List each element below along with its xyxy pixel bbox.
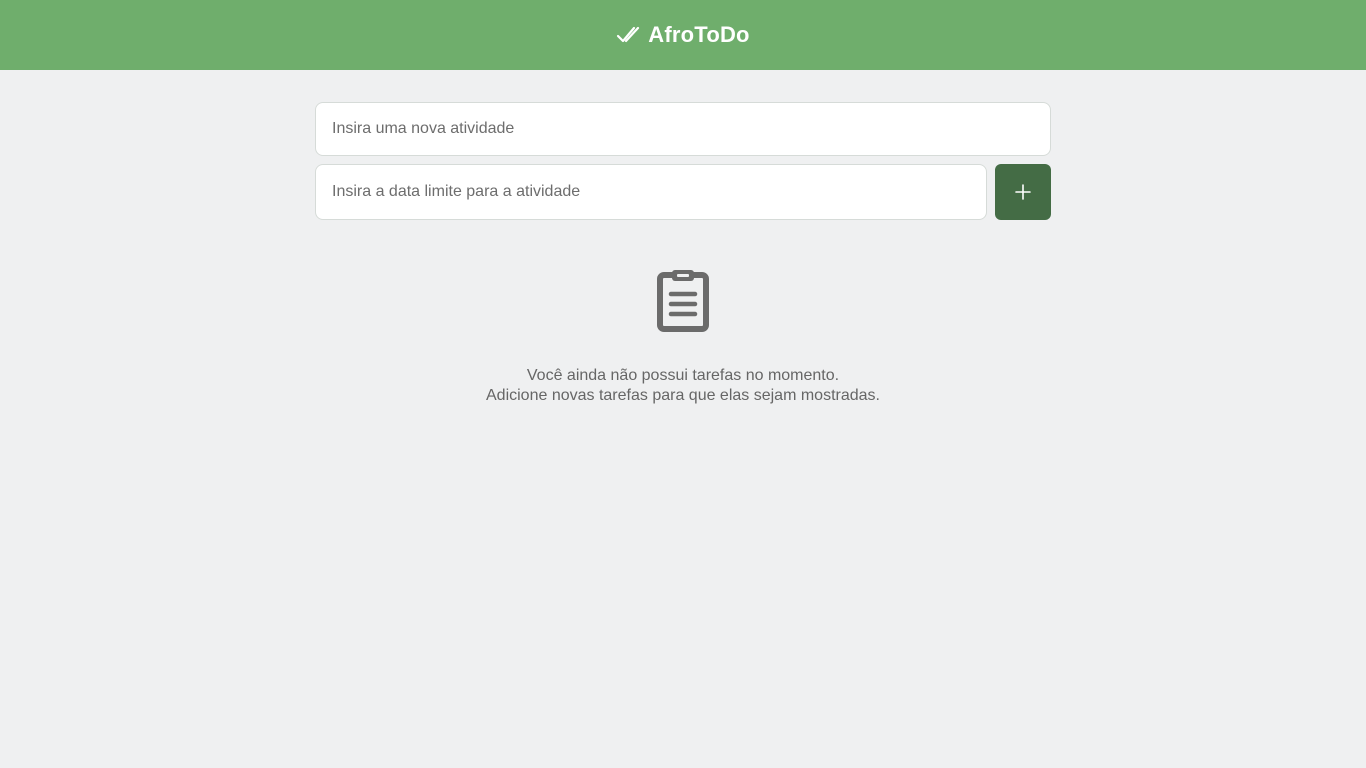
empty-message-line1: Você ainda não possui tarefas no momento… bbox=[526, 367, 840, 384]
empty-message: Você ainda não possui tarefas no momento… bbox=[486, 366, 880, 406]
task-input[interactable] bbox=[315, 102, 1051, 156]
new-task-form bbox=[315, 102, 1051, 220]
clipboard-icon bbox=[656, 268, 710, 332]
brand: AfroToDo bbox=[616, 22, 749, 48]
plus-icon bbox=[1014, 183, 1032, 201]
add-task-button[interactable] bbox=[995, 164, 1051, 220]
empty-state: Você ainda não possui tarefas no momento… bbox=[0, 268, 1366, 406]
double-check-icon bbox=[616, 23, 640, 47]
app-header: AfroToDo bbox=[0, 0, 1366, 70]
empty-message-line2: Adicione novas tarefas para que elas sej… bbox=[486, 387, 880, 404]
app-title: AfroToDo bbox=[648, 22, 750, 47]
due-date-input[interactable] bbox=[315, 164, 987, 220]
date-row bbox=[315, 164, 1051, 220]
